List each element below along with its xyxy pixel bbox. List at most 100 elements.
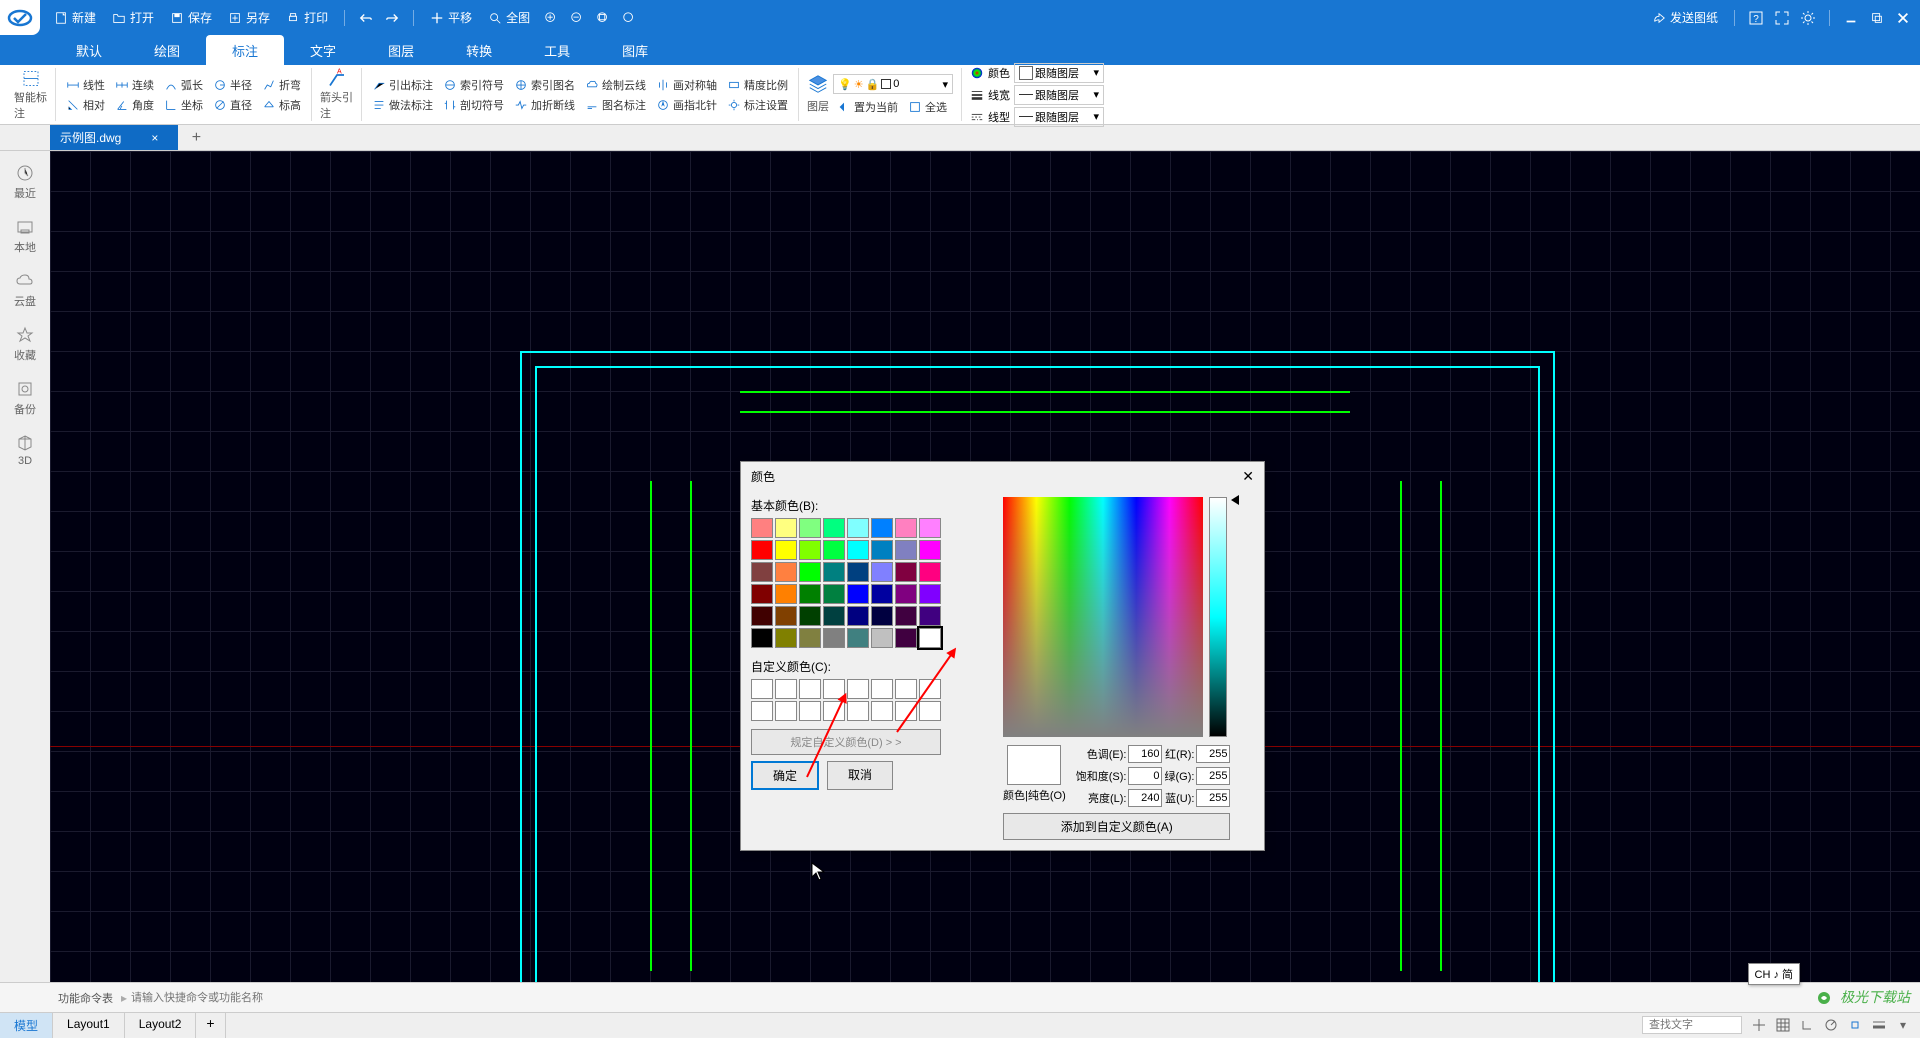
sidebar-backup[interactable]: 备份 [5, 373, 45, 423]
basic-swatch[interactable] [751, 562, 773, 582]
fullscreen-button[interactable] [1773, 9, 1791, 27]
basic-swatch[interactable] [799, 606, 821, 626]
menu-layer[interactable]: 图层 [362, 35, 440, 65]
minimize-button[interactable] [1842, 9, 1860, 27]
basic-swatch[interactable] [847, 584, 869, 604]
add-tab-button[interactable]: + [186, 128, 206, 148]
north-arrow-button[interactable]: 画指北针 [654, 96, 719, 114]
basic-swatch[interactable] [799, 518, 821, 538]
zoom-extents-button[interactable] [620, 9, 638, 27]
basic-swatch[interactable] [799, 540, 821, 560]
basic-swatch[interactable] [919, 584, 941, 604]
break-line-button[interactable]: 加折断线 [512, 96, 577, 114]
custom-swatch[interactable] [799, 701, 821, 721]
print-button[interactable]: 打印 [282, 7, 332, 28]
basic-swatch[interactable] [895, 518, 917, 538]
diameter-dim-button[interactable]: 直径 [211, 96, 254, 114]
polar-toggle[interactable] [1820, 1015, 1842, 1035]
linear-dim-button[interactable]: 线性 [64, 76, 107, 94]
add-custom-button[interactable]: 添加到自定义颜色(A) [1003, 813, 1230, 840]
basic-swatch[interactable] [919, 628, 941, 648]
luminance-slider[interactable] [1209, 497, 1227, 737]
hue-input[interactable] [1128, 745, 1162, 763]
basic-swatch[interactable] [751, 628, 773, 648]
basic-swatch[interactable] [895, 562, 917, 582]
layout1-tab[interactable]: Layout1 [53, 1013, 125, 1038]
more-toggle[interactable]: ▾ [1892, 1015, 1914, 1035]
basic-swatch[interactable] [871, 628, 893, 648]
close-button[interactable] [1894, 9, 1912, 27]
basic-swatch[interactable] [847, 540, 869, 560]
coord-dim-button[interactable]: 坐标 [162, 96, 205, 114]
layer-selector[interactable]: 💡 ☀ 🔒 0 ▾ [833, 74, 953, 94]
menu-draw[interactable]: 绘图 [128, 35, 206, 65]
precision-button[interactable]: 精度比例 [725, 76, 790, 94]
custom-swatch[interactable] [871, 679, 893, 699]
basic-swatch[interactable] [919, 518, 941, 538]
basic-swatch[interactable] [895, 584, 917, 604]
sat-input[interactable] [1128, 767, 1162, 785]
custom-swatch[interactable] [775, 679, 797, 699]
osnap-toggle[interactable] [1844, 1015, 1866, 1035]
basic-swatch[interactable] [871, 540, 893, 560]
basic-swatch[interactable] [823, 628, 845, 648]
basic-swatch[interactable] [775, 628, 797, 648]
basic-swatch[interactable] [895, 628, 917, 648]
basic-swatch[interactable] [823, 584, 845, 604]
sidebar-recent[interactable]: 最近 [5, 157, 45, 207]
command-input[interactable] [127, 988, 1920, 1008]
dim-settings-button[interactable]: 标注设置 [725, 96, 790, 114]
basic-swatch[interactable] [919, 562, 941, 582]
color-spectrum[interactable] [1003, 497, 1203, 737]
basic-swatch[interactable] [823, 518, 845, 538]
dialog-close-button[interactable]: ✕ [1242, 468, 1254, 485]
elevation-dim-button[interactable]: 标高 [260, 96, 303, 114]
zoom-window-button[interactable] [594, 9, 612, 27]
basic-swatch[interactable] [847, 606, 869, 626]
menu-text[interactable]: 文字 [284, 35, 362, 65]
save-button[interactable]: 保存 [166, 7, 216, 28]
lum-input[interactable] [1128, 789, 1162, 807]
open-button[interactable]: 打开 [108, 7, 158, 28]
custom-swatch[interactable] [751, 679, 773, 699]
menu-annotate[interactable]: 标注 [206, 35, 284, 65]
set-current-layer-button[interactable]: 置为当前 [835, 98, 900, 116]
select-all-button[interactable]: 全选 [906, 98, 949, 116]
custom-swatch[interactable] [775, 701, 797, 721]
menu-convert[interactable]: 转换 [440, 35, 518, 65]
maximize-button[interactable] [1868, 9, 1886, 27]
cloud-button[interactable]: 绘制云线 [583, 76, 648, 94]
basic-swatch[interactable] [919, 540, 941, 560]
zoom-out-button[interactable] [568, 9, 586, 27]
basic-swatch[interactable] [775, 606, 797, 626]
sidebar-cloud[interactable]: 云盘 [5, 265, 45, 315]
leader-note-button[interactable]: 引出标注 [370, 76, 435, 94]
close-tab-button[interactable]: × [151, 131, 158, 145]
custom-swatch[interactable] [847, 679, 869, 699]
basic-swatch[interactable] [871, 584, 893, 604]
sidebar-3d[interactable]: 3D [5, 427, 45, 473]
basic-swatch[interactable] [823, 562, 845, 582]
basic-swatch[interactable] [751, 540, 773, 560]
bend-dim-button[interactable]: 折弯 [260, 76, 303, 94]
basic-swatch[interactable] [751, 606, 773, 626]
basic-swatch[interactable] [895, 606, 917, 626]
green-input[interactable] [1196, 767, 1230, 785]
basic-swatch[interactable] [799, 562, 821, 582]
basic-swatch[interactable] [775, 540, 797, 560]
linetype-selector[interactable]: 跟随图层▾ [1014, 107, 1104, 127]
basic-swatch[interactable] [895, 540, 917, 560]
drawing-canvas[interactable]: 弱电平面图 1:100 颜色 ✕ 基本颜色(B): 自定义颜色(C): 规定自定… [50, 151, 1920, 982]
new-button[interactable]: 新建 [50, 7, 100, 28]
drawing-title-button[interactable]: 图名标注 [583, 96, 648, 114]
ortho-toggle[interactable] [1796, 1015, 1818, 1035]
snap-toggle[interactable] [1748, 1015, 1770, 1035]
basic-swatch[interactable] [919, 606, 941, 626]
custom-swatch[interactable] [847, 701, 869, 721]
basic-swatch[interactable] [871, 518, 893, 538]
smart-dim-label[interactable]: 智能标注 [14, 89, 47, 121]
relative-dim-button[interactable]: 相对 [64, 96, 107, 114]
color-selector[interactable]: 跟随图层▾ [1014, 63, 1104, 83]
redo-button[interactable] [383, 9, 401, 27]
radius-dim-button[interactable]: 半径 [211, 76, 254, 94]
